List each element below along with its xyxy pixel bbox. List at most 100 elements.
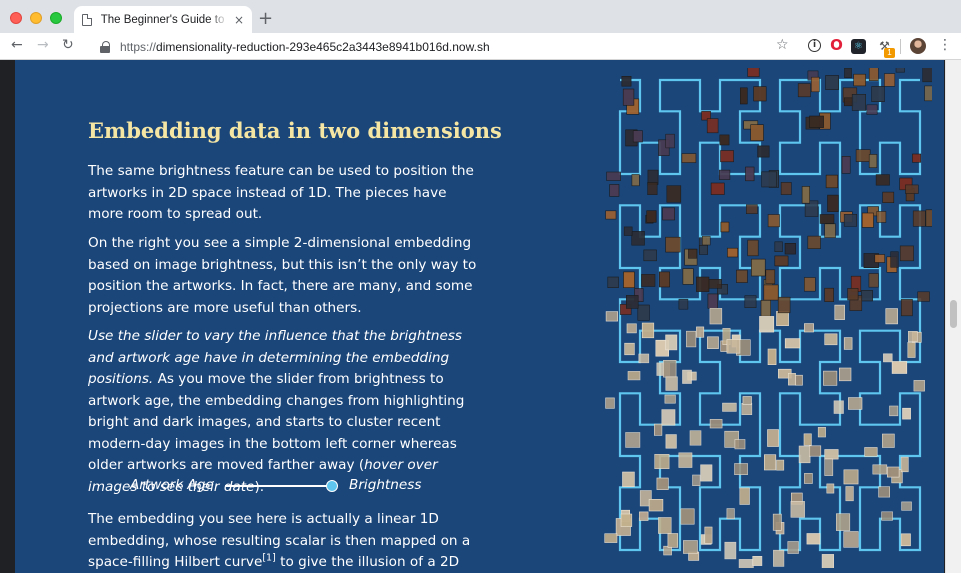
- artwork-thumbnail[interactable]: [764, 454, 777, 471]
- artwork-thumbnail[interactable]: [661, 409, 676, 426]
- artwork-thumbnail[interactable]: [784, 338, 801, 349]
- artwork-thumbnail[interactable]: [841, 156, 851, 174]
- artwork-thumbnail[interactable]: [625, 295, 639, 309]
- artwork-thumbnail[interactable]: [745, 166, 755, 182]
- artwork-thumbnail[interactable]: [726, 339, 741, 354]
- artwork-thumbnail[interactable]: [834, 304, 845, 320]
- artwork-thumbnail[interactable]: [707, 293, 718, 309]
- artwork-thumbnail[interactable]: [917, 291, 930, 302]
- artwork-thumbnail[interactable]: [881, 433, 895, 448]
- artwork-thumbnail[interactable]: [776, 311, 789, 326]
- artwork-thumbnail[interactable]: [884, 73, 896, 87]
- artwork-thumbnail[interactable]: [790, 501, 805, 518]
- artwork-thumbnail[interactable]: [709, 419, 723, 429]
- artwork-thumbnail[interactable]: [767, 429, 779, 447]
- artwork-thumbnail[interactable]: [704, 526, 713, 544]
- artwork-thumbnail[interactable]: [874, 254, 885, 263]
- artwork-thumbnail[interactable]: [761, 171, 777, 188]
- artwork-thumbnail[interactable]: [626, 323, 637, 334]
- artwork-thumbnail[interactable]: [876, 211, 887, 223]
- artwork-thumbnail[interactable]: [667, 533, 679, 548]
- avatar[interactable]: [910, 38, 926, 54]
- artwork-thumbnail[interactable]: [604, 533, 618, 543]
- artwork-thumbnail[interactable]: [843, 469, 859, 485]
- close-window-button[interactable]: [10, 12, 22, 24]
- artwork-thumbnail[interactable]: [803, 433, 812, 446]
- artwork-thumbnail[interactable]: [719, 134, 730, 146]
- vertical-scrollbar[interactable]: [945, 60, 961, 573]
- artwork-thumbnail[interactable]: [682, 268, 694, 285]
- artwork-thumbnail[interactable]: [641, 274, 656, 287]
- artwork-thumbnail[interactable]: [663, 359, 677, 378]
- info-icon[interactable]: i: [808, 39, 821, 52]
- artwork-thumbnail[interactable]: [836, 513, 851, 531]
- reload-icon[interactable]: ↻: [62, 37, 74, 53]
- artwork-thumbnail[interactable]: [648, 498, 664, 512]
- artwork-thumbnail[interactable]: [710, 182, 725, 195]
- artwork-thumbnail[interactable]: [605, 311, 619, 322]
- artwork-thumbnail[interactable]: [895, 68, 905, 73]
- artwork-thumbnail[interactable]: [665, 376, 678, 391]
- artwork-thumbnail[interactable]: [855, 149, 871, 162]
- artwork-thumbnail[interactable]: [866, 104, 878, 115]
- artwork-thumbnail[interactable]: [665, 434, 677, 449]
- artwork-thumbnail[interactable]: [817, 426, 826, 438]
- back-arrow-icon[interactable]: ←: [11, 37, 23, 53]
- artwork-thumbnail[interactable]: [605, 210, 617, 220]
- artwork-thumbnail[interactable]: [861, 212, 874, 228]
- artwork-thumbnail[interactable]: [925, 209, 932, 227]
- artwork-thumbnail[interactable]: [682, 369, 692, 384]
- artwork-thumbnail[interactable]: [882, 191, 895, 203]
- artwork-thumbnail[interactable]: [686, 330, 697, 348]
- artwork-thumbnail[interactable]: [707, 279, 722, 289]
- scrollbar-thumb[interactable]: [950, 300, 957, 328]
- artwork-thumbnail[interactable]: [824, 223, 836, 239]
- artwork-thumbnail[interactable]: [625, 432, 641, 448]
- url-text[interactable]: https://dimensionality-reduction-293e465…: [120, 40, 490, 54]
- artwork-thumbnail[interactable]: [624, 342, 635, 356]
- artwork-thumbnail[interactable]: [643, 249, 657, 262]
- artwork-thumbnail[interactable]: [720, 150, 734, 163]
- artwork-thumbnail[interactable]: [623, 226, 633, 236]
- new-tab-button[interactable]: +: [258, 8, 273, 29]
- artwork-thumbnail[interactable]: [839, 367, 852, 382]
- artwork-thumbnail[interactable]: [824, 449, 839, 460]
- artwork-thumbnail[interactable]: [741, 402, 753, 415]
- artwork-thumbnail[interactable]: [702, 235, 711, 246]
- artwork-thumbnail[interactable]: [890, 251, 899, 268]
- artwork-thumbnail[interactable]: [787, 541, 799, 554]
- artwork-thumbnail[interactable]: [902, 407, 911, 420]
- artwork-thumbnail[interactable]: [647, 182, 658, 196]
- artwork-thumbnail[interactable]: [804, 323, 814, 333]
- artwork-thumbnail[interactable]: [678, 452, 693, 468]
- artwork-thumbnail[interactable]: [773, 549, 785, 567]
- artwork-thumbnail[interactable]: [806, 533, 821, 545]
- artwork-thumbnail[interactable]: [891, 361, 908, 374]
- artwork-thumbnail[interactable]: [889, 405, 899, 417]
- artwork-thumbnail[interactable]: [709, 308, 723, 325]
- artwork-thumbnail[interactable]: [824, 458, 834, 476]
- artwork-thumbnail[interactable]: [861, 290, 873, 302]
- artwork-thumbnail[interactable]: [795, 374, 803, 386]
- artwork-thumbnail[interactable]: [843, 337, 853, 350]
- artwork-thumbnail[interactable]: [637, 304, 650, 321]
- artwork-thumbnail[interactable]: [843, 214, 857, 227]
- artwork-thumbnail[interactable]: [622, 88, 635, 106]
- artwork-thumbnail[interactable]: [739, 487, 750, 505]
- artwork-thumbnail[interactable]: [797, 83, 811, 98]
- artwork-thumbnail[interactable]: [681, 153, 697, 163]
- artwork-thumbnail[interactable]: [760, 300, 771, 317]
- artwork-thumbnail[interactable]: [753, 86, 767, 102]
- artwork-thumbnail[interactable]: [738, 559, 754, 568]
- artwork-thumbnail[interactable]: [689, 430, 702, 446]
- artwork-thumbnail[interactable]: [864, 447, 878, 457]
- artwork-thumbnail[interactable]: [844, 68, 852, 79]
- artwork-thumbnail[interactable]: [804, 277, 816, 292]
- artwork-thumbnail[interactable]: [606, 171, 621, 181]
- artwork-thumbnail[interactable]: [631, 231, 645, 246]
- artwork-thumbnail[interactable]: [653, 423, 663, 436]
- opera-icon[interactable]: O: [829, 38, 844, 54]
- artwork-thumbnail[interactable]: [875, 174, 890, 186]
- star-icon[interactable]: ☆: [776, 37, 789, 53]
- artwork-thumbnail[interactable]: [811, 76, 820, 93]
